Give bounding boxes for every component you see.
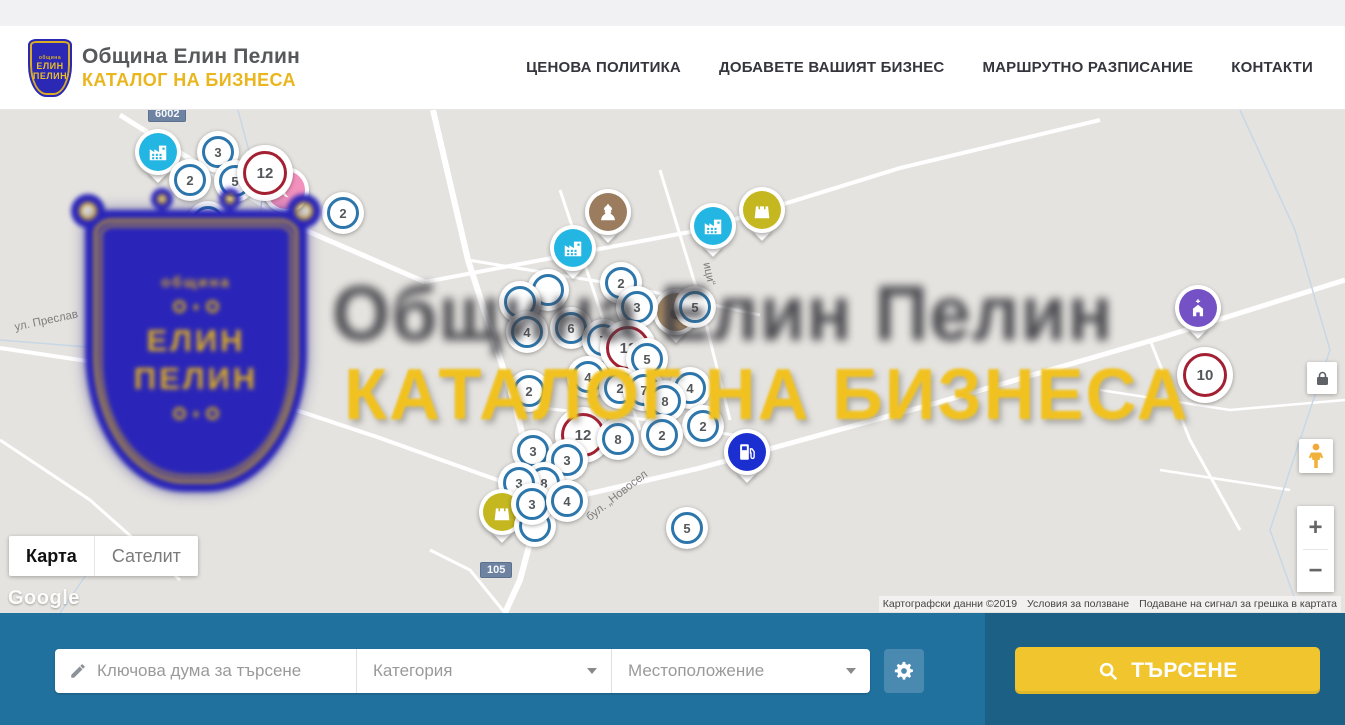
search-fields-group: Категория Местоположение [55,649,870,693]
nav-item-pricing-policy[interactable]: ЦЕНОВА ПОЛИТИКА [526,59,681,76]
site-title: Община Елин Пелин [82,45,300,69]
location-select[interactable]: Местоположение [611,649,870,693]
map-markers-layer: 32512223546713542274821282338334510 [0,110,1345,613]
map-cluster-marker[interactable]: 2 [322,192,364,234]
map-cluster-marker[interactable]: 2 [682,405,724,447]
lock-icon [1316,371,1329,386]
attribution-data: Картографски данни ©2019 [883,598,1017,610]
map-pin-marker[interactable] [1175,285,1221,331]
gear-icon [893,660,915,682]
factory-icon [139,133,177,171]
nav-item-add-business[interactable]: ДОБАВЕТЕ ВАШИЯТ БИЗНЕС [719,59,944,76]
zoom-out-button[interactable]: − [1297,550,1334,592]
advanced-settings-button[interactable] [884,649,924,693]
map-pin-marker[interactable] [690,203,736,249]
keyword-field[interactable] [55,649,356,693]
map-cluster-marker[interactable]: 5 [674,286,716,328]
map-cluster-marker[interactable]: 4 [546,480,588,522]
map-type-satellite-button[interactable]: Сателит [94,536,198,576]
map-cluster-marker[interactable]: 2 [641,414,683,456]
church-icon [1179,289,1217,327]
factory-icon [554,229,592,267]
map-cluster-marker[interactable] [187,201,229,243]
site-header: община ЕЛИН ПЕЛИН Община Елин Пелин КАТА… [0,26,1345,110]
search-bar: Категория Местоположение ТЪРСЕНЕ [0,613,1345,725]
nav-item-contacts[interactable]: КОНТАКТИ [1231,59,1313,76]
map-cluster-marker[interactable]: 2 [169,159,211,201]
attribution-report-link[interactable]: Подаване на сигнал за грешка в картата [1139,598,1337,610]
window-top-strip [0,0,1345,26]
map-cluster-marker[interactable]: 4 [506,311,548,353]
chevron-down-icon [587,668,597,674]
google-logo[interactable]: Google [8,587,80,610]
pencil-icon [69,662,87,680]
main-nav: ЦЕНОВА ПОЛИТИКА ДОБАВЕТЕ ВАШИЯТ БИЗНЕС М… [526,59,1317,76]
brand[interactable]: община ЕЛИН ПЕЛИН Община Елин Пелин КАТА… [28,39,300,97]
map-cluster-marker[interactable]: 8 [597,418,639,460]
factory-icon [694,207,732,245]
fuel-icon [728,433,766,471]
keyword-search-input[interactable] [97,661,344,681]
map-pin-marker[interactable] [550,225,596,271]
map-cluster-marker[interactable]: 5 [666,507,708,549]
pegman-button[interactable] [1299,439,1333,473]
map-pin-marker[interactable] [739,187,785,233]
map-pin-marker[interactable] [724,429,770,475]
map-type-control: Карта Сателит [9,536,198,576]
site-subtitle: КАТАЛОГ НА БИЗНЕСА [82,70,300,91]
map-cluster-marker[interactable]: 2 [508,370,550,412]
map-lock-button[interactable] [1307,362,1337,394]
bag-icon [743,191,781,229]
search-icon [1097,660,1119,682]
category-select[interactable]: Категория [356,649,611,693]
map[interactable]: 6002 105 ул. Преслав бул. „Новосел ици“ … [0,110,1345,613]
attribution-terms-link[interactable]: Условия за ползване [1027,598,1129,610]
search-button[interactable]: ТЪРСЕНЕ [1015,647,1320,694]
zoom-in-button[interactable]: + [1297,507,1334,549]
municipality-logo: община ЕЛИН ПЕЛИН [28,39,72,97]
map-cluster-marker[interactable]: 10 [1177,347,1233,403]
map-type-map-button[interactable]: Карта [9,536,94,576]
chevron-down-icon [846,668,856,674]
zoom-control: + − [1297,506,1334,592]
map-cluster-marker[interactable]: 12 [237,145,293,201]
pegman-icon [1308,443,1324,469]
nav-item-route-schedule[interactable]: МАРШРУТНО РАЗПИСАНИЕ [982,59,1193,76]
map-attribution: Картографски данни ©2019 Условия за полз… [879,596,1341,612]
